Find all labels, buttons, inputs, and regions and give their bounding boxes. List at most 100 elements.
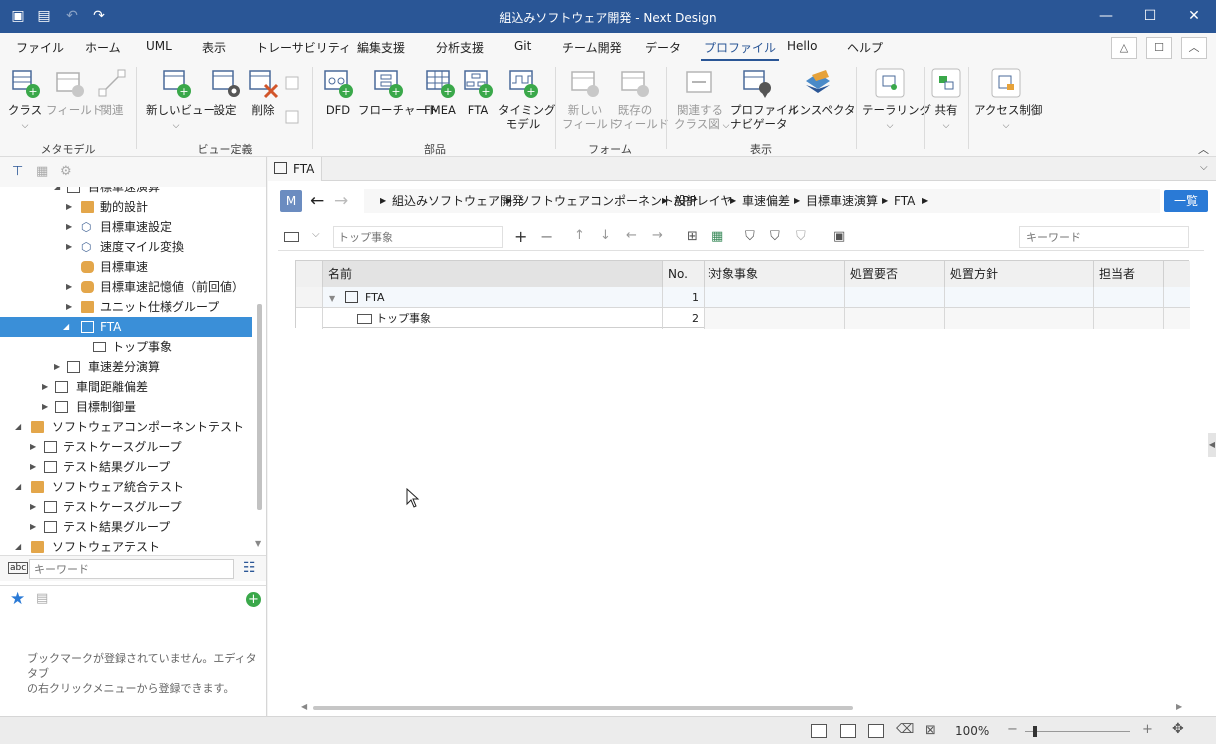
- grid-search-input[interactable]: [1019, 226, 1189, 248]
- tree-row[interactable]: ▶ 目標車速記憶値（前回値）: [0, 277, 252, 297]
- tree-row[interactable]: ▶ テスト結果グループ: [0, 457, 252, 477]
- column-header-target-event[interactable]: 対象事象: [705, 261, 845, 287]
- move-right-icon[interactable]: →: [652, 228, 663, 243]
- zoom-slider-thumb[interactable]: [1033, 726, 1037, 737]
- menu-edit-support[interactable]: 編集支援: [357, 39, 405, 56]
- tree-row[interactable]: ▶ テスト結果グループ: [0, 517, 252, 537]
- abc-filter-icon[interactable]: abc: [8, 562, 29, 574]
- profile-navigator-button[interactable]: プロファイル ナビゲータ: [730, 67, 799, 131]
- layout-editor-only-icon[interactable]: [811, 724, 827, 738]
- relation-button[interactable]: 関連: [96, 67, 128, 117]
- clear-filter-icon[interactable]: ⛉: [796, 229, 806, 244]
- export-icon[interactable]: ▣: [833, 229, 845, 244]
- layout-horizontal-split-icon[interactable]: [840, 724, 856, 738]
- menu-home[interactable]: ホーム: [85, 39, 121, 56]
- tree-row[interactable]: ▶ ユニット仕様グループ: [0, 297, 252, 317]
- zoom-slider-track[interactable]: [1025, 731, 1130, 732]
- scroll-down-icon[interactable]: ▼: [255, 539, 261, 548]
- move-left-icon[interactable]: ←: [626, 228, 637, 243]
- scroll-right-icon[interactable]: ▶: [1176, 702, 1182, 711]
- filter-icon[interactable]: ⛉: [745, 229, 755, 244]
- move-down-icon[interactable]: ↓: [600, 228, 611, 243]
- expand-row-icon[interactable]: ▼: [329, 288, 335, 309]
- column-header-action-needed[interactable]: 処置要否: [845, 261, 945, 287]
- breadcrumb-item[interactable]: 目標車速演算: [806, 189, 878, 213]
- dfd-button[interactable]: + DFD: [322, 67, 354, 117]
- menu-analysis-support[interactable]: 分析支援: [436, 39, 484, 56]
- maximize-icon[interactable]: ☐: [1130, 0, 1170, 33]
- zoom-level[interactable]: 100%: [955, 724, 989, 738]
- access-control-button[interactable]: アクセス制御 ⌵: [974, 67, 1042, 133]
- share-button[interactable]: 共有 ⌵: [930, 67, 962, 133]
- grid-cell-assignee[interactable]: [1094, 287, 1164, 308]
- fit-view-icon[interactable]: ⊠: [925, 723, 936, 738]
- tree-row[interactable]: ▶ テストケースグループ: [0, 497, 252, 517]
- new-view-button[interactable]: + 新しいビュー ⌵: [146, 67, 215, 133]
- field-button[interactable]: フィールド: [46, 67, 103, 117]
- inspector-button[interactable]: インスペクタ: [788, 67, 856, 117]
- star-icon[interactable]: ★: [10, 589, 25, 609]
- notification-icon[interactable]: △: [1111, 37, 1137, 59]
- breadcrumb-item[interactable]: 車速偏差: [742, 189, 790, 213]
- tailoring-button[interactable]: テーラリング ⌵: [862, 67, 931, 133]
- grid-cell-name[interactable]: トップ事象: [323, 308, 663, 329]
- pan-icon[interactable]: ✥: [1172, 721, 1184, 737]
- zoom-in-icon[interactable]: +: [1142, 722, 1153, 737]
- bookmark-folder-icon[interactable]: ▤: [36, 591, 48, 606]
- tree-row[interactable]: ▶ 車速差分演算: [0, 357, 252, 377]
- tab-list-icon[interactable]: ⌵: [1200, 162, 1208, 173]
- related-class-diagram-button[interactable]: 関連する クラス図 ⌵: [674, 67, 729, 133]
- tree-row[interactable]: ▶ ⬡ 速度マイル変換: [0, 237, 252, 257]
- existing-field-button[interactable]: 既存の フィールド: [612, 67, 669, 131]
- grid-cell-target-event[interactable]: [705, 287, 845, 308]
- tree-row[interactable]: ◢目標車速演算: [0, 187, 252, 197]
- grid-cell-action-policy[interactable]: [945, 308, 1094, 329]
- grid-cell-action-needed[interactable]: [845, 308, 945, 329]
- layout-vertical-split-icon[interactable]: [868, 724, 884, 738]
- menu-view[interactable]: 表示: [202, 39, 226, 56]
- insert-column-icon[interactable]: ⊞: [687, 229, 698, 244]
- column-header-action-policy[interactable]: 処置方針: [945, 261, 1094, 287]
- filter-tree-icon[interactable]: ☷: [243, 560, 256, 576]
- frozen-column-divider-icon[interactable]: ⋮: [704, 266, 715, 279]
- menu-file[interactable]: ファイル: [16, 39, 64, 56]
- column-header-no[interactable]: No.: [663, 261, 705, 287]
- tree-row[interactable]: ◢ ソフトウェア統合テスト: [0, 477, 252, 497]
- remove-icon[interactable]: −: [540, 227, 553, 246]
- settings-button[interactable]: 設定: [210, 67, 240, 117]
- move-up-icon[interactable]: ↑: [574, 228, 585, 243]
- breadcrumb-item[interactable]: APPレイヤ: [674, 189, 732, 213]
- menu-help[interactable]: ヘルプ: [847, 39, 883, 56]
- row-header[interactable]: [296, 287, 323, 308]
- tree-row[interactable]: ◢ ソフトウェアコンポーネントテスト: [0, 417, 252, 437]
- menu-team-dev[interactable]: チーム開発: [562, 39, 622, 56]
- add-bookmark-icon[interactable]: +: [246, 592, 261, 607]
- column-header-assignee[interactable]: 担当者: [1094, 261, 1164, 287]
- new-field-button[interactable]: 新しい フィールド: [562, 67, 619, 131]
- breadcrumb-item[interactable]: ソフトウェアコンポーネント設計: [518, 189, 698, 213]
- tree-row[interactable]: ▶ 目標制御量: [0, 397, 252, 417]
- horizontal-scrollbar-thumb[interactable]: [313, 706, 853, 710]
- product-view-icon[interactable]: ▦: [36, 164, 48, 179]
- grid-cell-no[interactable]: 2: [663, 308, 705, 329]
- tree-row[interactable]: ▶ 動的設計: [0, 197, 252, 217]
- eraser-icon[interactable]: ⌫: [896, 722, 914, 737]
- menu-traceability[interactable]: トレーサビリティ: [256, 39, 351, 56]
- type-dropdown-icon[interactable]: ⌵: [312, 229, 320, 240]
- tree-row[interactable]: ▶ 車間距離偏差: [0, 377, 252, 397]
- menu-uml[interactable]: UML: [146, 39, 172, 53]
- grid-cell-no[interactable]: 1: [663, 287, 705, 308]
- menu-git[interactable]: Git: [514, 39, 531, 53]
- tab-fta[interactable]: FTA: [268, 157, 322, 181]
- column-header-name[interactable]: 名前: [323, 261, 663, 287]
- filter-text-icon[interactable]: ⛉: [770, 229, 780, 244]
- tree-scrollbar-thumb[interactable]: [257, 304, 262, 510]
- scroll-left-icon[interactable]: ◀: [301, 702, 307, 711]
- tree-row[interactable]: トップ事象: [0, 337, 252, 357]
- zoom-out-icon[interactable]: −: [1007, 722, 1018, 737]
- grid-cell-target-event[interactable]: [705, 308, 845, 329]
- timing-model-button[interactable]: + タイミング モデル: [498, 67, 556, 131]
- menu-data[interactable]: データ: [645, 39, 681, 56]
- add-icon[interactable]: +: [514, 227, 527, 246]
- view-paste-icon[interactable]: [284, 109, 302, 127]
